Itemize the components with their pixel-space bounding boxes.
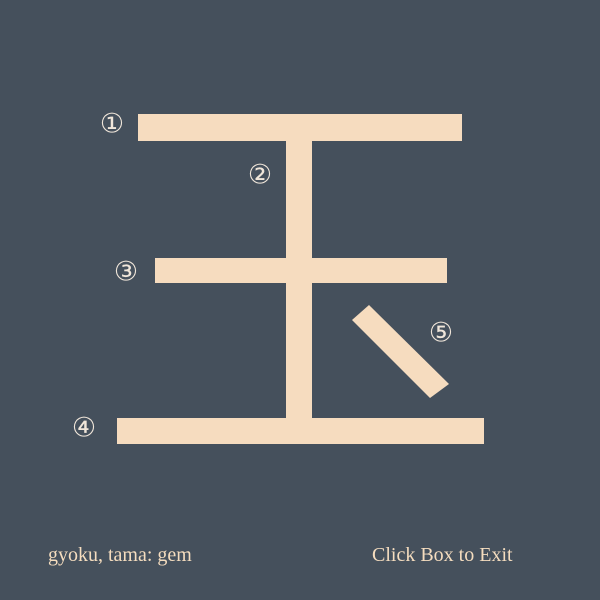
kanji-strokes xyxy=(117,114,484,444)
stroke-3 xyxy=(155,258,447,283)
kanji-meaning: gyoku, tama: gem xyxy=(48,544,192,566)
stroke-number-3: ③ xyxy=(114,257,138,288)
exit-button[interactable]: Click Box to Exit xyxy=(372,544,513,567)
stroke-number-4: ④ xyxy=(72,413,96,444)
stroke-4 xyxy=(117,418,484,444)
stroke-1 xyxy=(138,114,462,141)
stroke-number-2: ② xyxy=(248,160,272,191)
kanji-diagram[interactable]: ① ② ③ ④ ⑤ xyxy=(0,0,600,600)
stroke-number-1: ① xyxy=(100,109,124,140)
stroke-number-5: ⑤ xyxy=(429,318,453,349)
